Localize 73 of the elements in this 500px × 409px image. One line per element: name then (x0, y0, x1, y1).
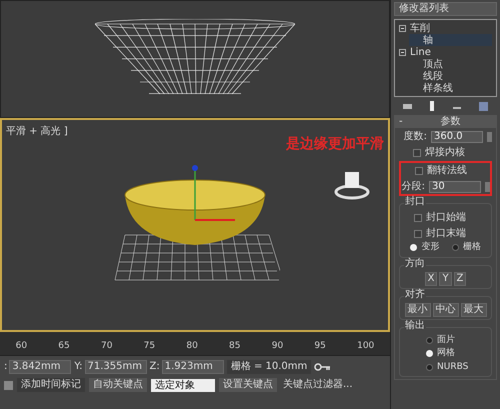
expander-icon[interactable] (399, 24, 406, 32)
group-title: 输出 (404, 320, 426, 332)
segments-field[interactable]: 30 (429, 180, 481, 192)
expander-icon[interactable] (399, 48, 406, 56)
tree-item[interactable]: 轴 (409, 34, 492, 46)
radio-label: NURBS (437, 360, 468, 374)
annotation-text: 是边缘更加平滑 (286, 135, 384, 154)
tree-item[interactable]: Line (399, 46, 492, 58)
key-icon[interactable] (314, 362, 330, 370)
tick-label: 65 (58, 340, 70, 352)
align-button[interactable]: 最小 (404, 302, 430, 316)
group-title: 对齐 (404, 288, 426, 300)
checkbox[interactable] (415, 166, 423, 174)
rollout-header[interactable]: - 参数 (395, 116, 496, 128)
radio-button[interactable] (410, 244, 418, 252)
radio-button[interactable] (426, 336, 433, 344)
tree-item[interactable]: 车削 (399, 22, 492, 34)
spinner-arrows-icon[interactable] (485, 182, 490, 192)
group-title: 方向 (404, 258, 426, 270)
axis-button[interactable]: Y (439, 272, 452, 286)
tick-label: 60 (16, 340, 28, 352)
timeline-ruler[interactable]: 60 65 70 75 80 85 90 95 100 (0, 332, 390, 356)
auto-key-button[interactable]: 自动关键点 (89, 378, 147, 392)
coordinate-label: : (4, 360, 8, 374)
viewport[interactable]: 平滑 + 高光 ] 是边缘更加平滑 (0, 118, 390, 332)
tick-label: 75 (144, 340, 156, 352)
spinner-arrows-icon[interactable] (487, 132, 492, 142)
rollout-title: 参数 (440, 116, 462, 128)
spinner-label: 分段: (402, 180, 425, 194)
checkbox[interactable] (414, 214, 422, 222)
checkbox-label: 焊接内核 (425, 146, 465, 160)
axis-button[interactable]: Z (454, 272, 466, 286)
checkbox-label: 封口末端 (426, 226, 466, 241)
radio-label: 网格 (437, 347, 455, 360)
checkbox[interactable] (413, 148, 421, 156)
group-title: 封口 (404, 196, 426, 208)
tick-label: 70 (100, 340, 112, 352)
tick-label: 100 (357, 340, 374, 352)
tick-label: 85 (229, 340, 240, 352)
key-filters-button[interactable]: 关键点过滤器... (281, 378, 355, 392)
tree-item[interactable]: 样条线 (409, 82, 492, 94)
align-button[interactable]: 中心 (432, 302, 458, 316)
coordinate-field[interactable]: 1.923mm (162, 360, 224, 374)
radio-label: 面片 (437, 334, 455, 346)
set-key-button[interactable]: 设置关键点 (219, 378, 277, 392)
degrees-field[interactable]: 360.0 (431, 130, 483, 142)
radio-button[interactable] (426, 364, 433, 371)
align-button[interactable]: 最大 (460, 302, 486, 316)
checkbox-label: 封口始端 (426, 210, 466, 225)
checkbox-label: 翻转法线 (427, 164, 467, 178)
key-filter-dropdown[interactable]: 选定对象 (151, 378, 215, 392)
coordinate-field[interactable]: 3.842mm (9, 360, 72, 374)
radio-button[interactable] (452, 244, 459, 252)
spinner-label: 度数: (404, 130, 427, 144)
tree-item[interactable]: 顶点 (409, 58, 492, 70)
axis-button[interactable]: X (424, 272, 438, 286)
radio-button[interactable] (426, 350, 433, 358)
viewport[interactable] (0, 0, 390, 118)
tree-item[interactable]: 线段 (409, 70, 492, 82)
tick-label: 95 (314, 340, 326, 352)
radio-label: 栅格 (462, 241, 481, 254)
collapse-sign: - (399, 116, 404, 128)
viewport-label[interactable]: 平滑 + 高光 ] (6, 124, 68, 139)
grid-size-text: 栅格 = 10.0mm (226, 360, 312, 374)
coordinate-label: Z: (150, 360, 160, 374)
tick-label: 80 (186, 340, 198, 352)
coordinate-field[interactable]: 71.355mm (84, 360, 147, 374)
radio-label: 变形 (421, 241, 440, 254)
coordinate-label: Y: (74, 360, 83, 374)
tick-label: 90 (272, 340, 284, 352)
add-time-tag-button[interactable]: 添加时间标记 (17, 378, 85, 392)
modifier-list-dropdown[interactable]: 修改器列表 (394, 2, 497, 16)
checkbox[interactable] (414, 230, 422, 238)
